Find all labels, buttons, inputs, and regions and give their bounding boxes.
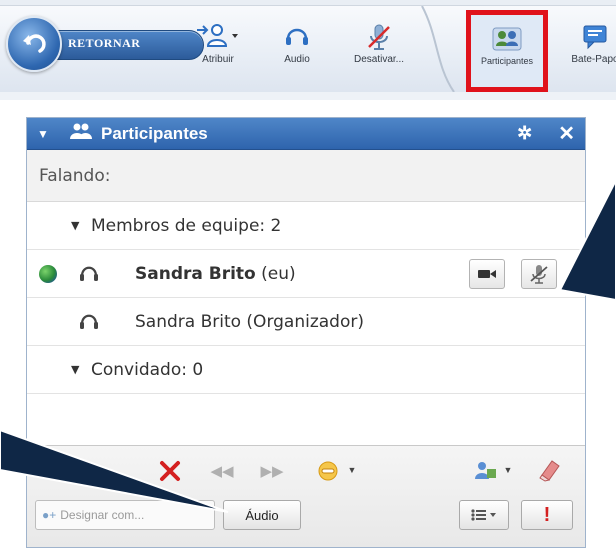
chat-button-label: Bate-Papo xyxy=(571,54,616,65)
close-icon[interactable]: ✕ xyxy=(558,121,575,146)
participants-panel: ▼ Participantes ✲ ✕ Falando: ▼ Membros d… xyxy=(26,117,586,548)
assign-button[interactable]: Atribuir xyxy=(190,20,246,74)
panel-empty-area xyxy=(27,394,585,448)
audio-toolbar-button[interactable]: Audio xyxy=(276,20,318,74)
designate-placeholder: Designar com... xyxy=(60,508,145,522)
chat-button[interactable]: Bate-Papo xyxy=(560,20,616,74)
alert-button[interactable]: ! xyxy=(521,500,573,530)
expand-caret-icon[interactable]: ▼ xyxy=(71,363,91,376)
chat-icon xyxy=(560,20,616,54)
participant-name: Sandra Brito (eu) xyxy=(135,264,296,284)
participant-suffix: (eu) xyxy=(261,263,296,284)
designate-input[interactable]: ●+ Designar com... xyxy=(35,500,215,530)
rewind-icon[interactable]: ◀◀ xyxy=(209,458,235,484)
meeting-toolbar: RETORNAR Atribuir Audio Desativar... Par… xyxy=(0,0,616,100)
headset-icon xyxy=(276,20,318,54)
panel-header: ▼ Participantes ✲ ✕ xyxy=(27,118,585,150)
people-icon xyxy=(69,122,95,145)
participants-button[interactable]: Participantes xyxy=(471,22,543,76)
toolbar-top-strip xyxy=(0,0,616,6)
mute-icon xyxy=(346,20,412,54)
expand-caret-icon[interactable]: ▼ xyxy=(71,219,91,232)
lower-hand-icon[interactable] xyxy=(57,458,81,482)
video-camera-icon xyxy=(478,270,496,278)
presence-globe-icon xyxy=(39,264,57,283)
participants-button-label: Participantes xyxy=(480,56,534,66)
emoticon-icon[interactable] xyxy=(315,458,341,484)
assign-role-icon[interactable] xyxy=(471,458,501,484)
participant-name: Sandra Brito (Organizador) xyxy=(135,311,364,332)
audio-toolbar-label: Audio xyxy=(284,54,310,65)
panel-title: Participantes xyxy=(101,123,208,143)
panel-footer: ◀◀ ▶▶ ▼ ▼ ●+ Designar com... Áudio ! xyxy=(27,445,585,547)
headset-icon xyxy=(80,266,98,281)
participant-name-strong: Sandra Brito xyxy=(135,263,256,284)
participants-icon xyxy=(471,22,543,56)
speaking-bar: Falando: xyxy=(27,150,585,202)
assign-user-icon xyxy=(190,20,246,54)
group-label: Membros de equipe: 2 xyxy=(91,215,282,236)
list-options-button[interactable] xyxy=(459,500,509,530)
participant-row[interactable]: Sandra Brito (eu) xyxy=(27,250,585,298)
back-button[interactable]: RETORNAR xyxy=(6,16,206,72)
back-button-label: RETORNAR xyxy=(68,36,141,50)
designate-add-icon: ●+ xyxy=(42,508,57,522)
mute-mic-icon xyxy=(530,265,548,284)
list-icon xyxy=(471,509,496,521)
collapse-triangle-icon[interactable]: ▼ xyxy=(37,127,55,141)
headset-icon xyxy=(80,314,98,329)
forward-icon[interactable]: ▶▶ xyxy=(259,458,285,484)
toolbar-divider xyxy=(421,6,455,92)
back-arrow-icon[interactable] xyxy=(6,16,62,72)
audio-button[interactable]: Áudio xyxy=(223,500,301,530)
mute-button[interactable]: Desativar... xyxy=(346,20,412,74)
assign-button-label: Atribuir xyxy=(202,54,234,65)
eraser-icon[interactable] xyxy=(535,456,563,484)
group-row-guests[interactable]: ▼ Convidado: 0 xyxy=(27,346,585,394)
mute-button-label: Desativar... xyxy=(353,54,405,65)
group-row-team[interactable]: ▼ Membros de equipe: 2 xyxy=(27,202,585,250)
toolbar-bottom-band xyxy=(0,92,616,100)
speaking-label: Falando: xyxy=(39,165,111,186)
assign-role-dropdown-icon[interactable]: ▼ xyxy=(501,460,515,480)
video-camera-button[interactable] xyxy=(469,259,505,289)
gear-icon[interactable]: ✲ xyxy=(517,123,532,144)
group-label: Convidado: 0 xyxy=(91,359,204,380)
exclamation-icon: ! xyxy=(543,503,551,526)
participant-row[interactable]: Sandra Brito (Organizador) xyxy=(27,298,585,346)
remove-icon[interactable] xyxy=(157,458,183,484)
mute-participant-button[interactable] xyxy=(521,259,557,289)
emoticon-dropdown-icon[interactable]: ▼ xyxy=(345,460,359,480)
